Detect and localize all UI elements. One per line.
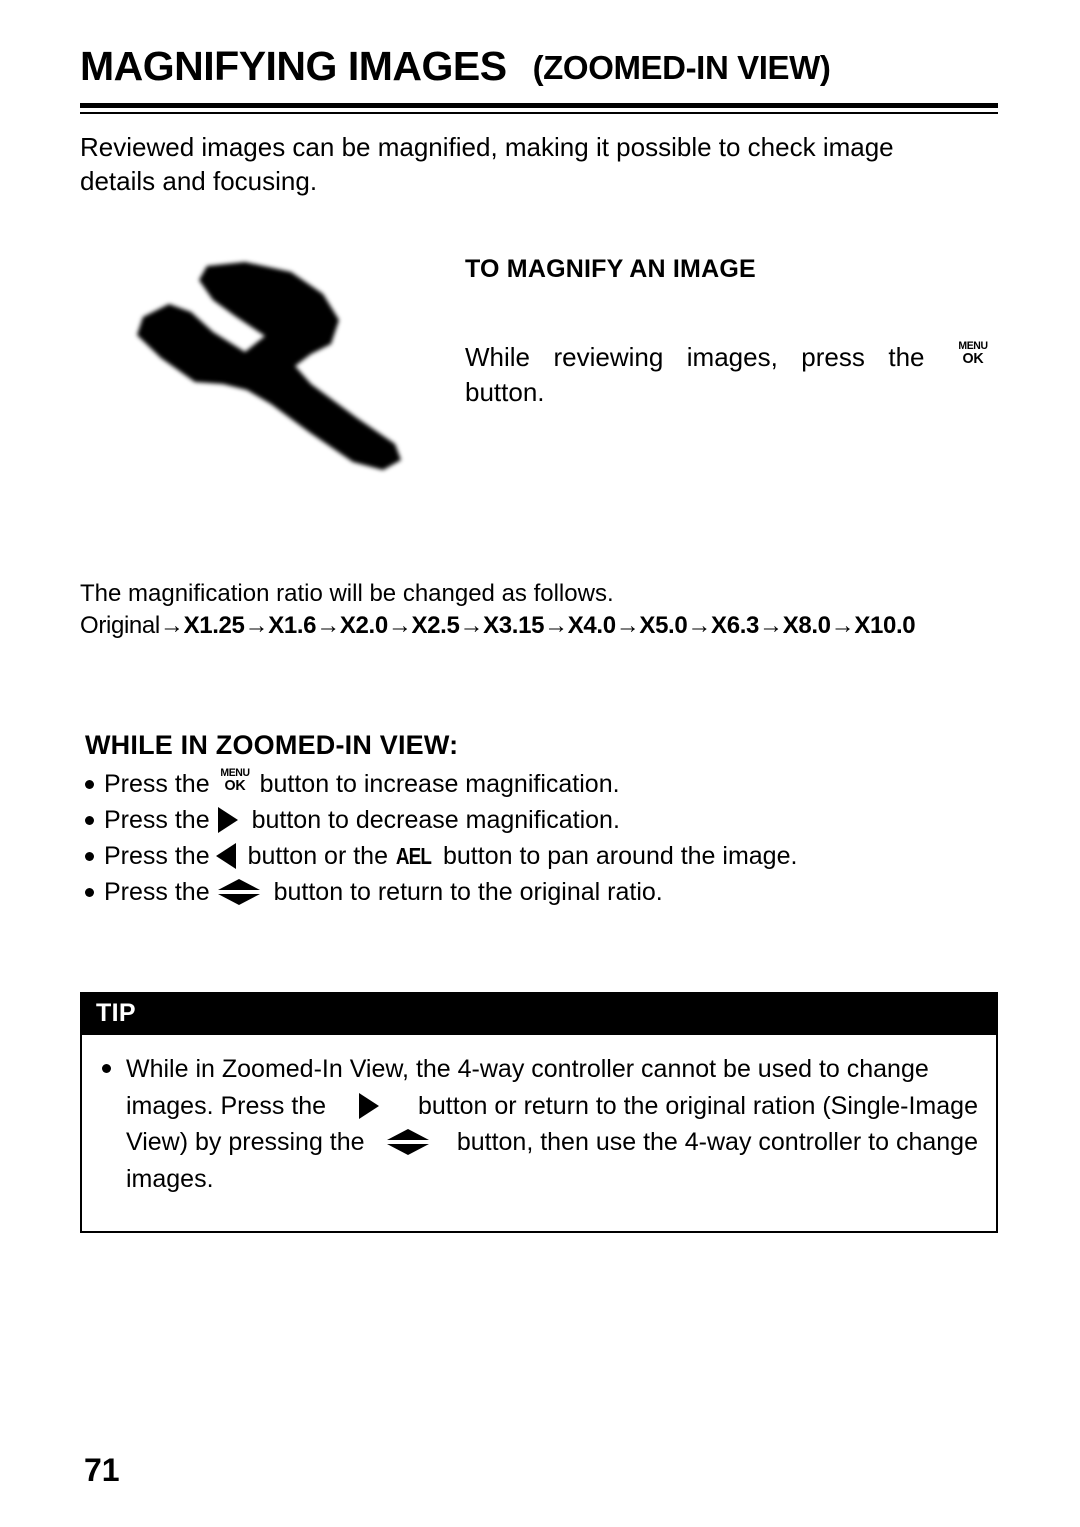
- tip-line-2-pre: images. Press the: [126, 1091, 327, 1120]
- title-main-text: MAGNIFYING IMAGES: [80, 43, 507, 89]
- word-press: press: [801, 342, 865, 372]
- bullet-icon: [85, 815, 94, 825]
- ratio-step-value: X2.5: [411, 612, 460, 640]
- tip-header: TIP: [82, 994, 996, 1035]
- list-item-pre-text: Press the: [104, 769, 210, 798]
- up-arrow-part: [386, 1129, 429, 1141]
- list-item-post-text: button to increase magnification.: [259, 769, 620, 798]
- word-while: While: [465, 342, 531, 372]
- ratio-step-value: X2.0: [339, 612, 388, 640]
- magnification-ratio-block: The magnification ratio will be changed …: [80, 578, 1000, 644]
- menu-ok-icon: MENU OK: [955, 341, 991, 371]
- tip-line-1: While in Zoomed-In View, the 4-way contr…: [126, 1055, 929, 1083]
- list-item: Press the button to decrease magnificati…: [85, 802, 1000, 838]
- menu-ok-icon-bottom-label: OK: [224, 777, 246, 794]
- bullet-icon: [85, 779, 94, 789]
- tip-line-2: images. Press the button or return to th…: [126, 1088, 978, 1125]
- menu-ok-icon: MENU OK: [217, 768, 253, 798]
- to-magnify-paragraph: While reviewing images, press the MENU O…: [465, 340, 998, 409]
- word-the: the: [888, 342, 925, 372]
- tip-line-4: images.: [126, 1164, 214, 1193]
- ratio-arrow-icon: →: [459, 612, 484, 640]
- up-down-arrow-icon: [386, 1127, 429, 1157]
- list-item-pre-text: Press the: [104, 805, 210, 834]
- menu-ok-icon-bottom-label: OK: [962, 350, 984, 368]
- ratio-arrow-icon: →: [830, 612, 855, 640]
- to-magnify-line-2: button.: [465, 376, 545, 407]
- ratio-step-value: X10.0: [854, 612, 916, 640]
- title-rule-thin: [80, 112, 998, 114]
- ratio-intro-text: The magnification ratio will be changed …: [80, 580, 614, 607]
- list-item-pre-text: Press the: [104, 841, 210, 870]
- to-magnify-heading: TO MAGNIFY AN IMAGE: [465, 255, 756, 283]
- triangle-right-icon: [359, 1092, 380, 1119]
- ratio-step-value: X5.0: [639, 612, 688, 640]
- up-down-arrow-icon: [217, 877, 260, 907]
- tip-line-3-pre: View) by pressing the: [126, 1128, 365, 1156]
- title-sub-text: (ZOOMED-IN VIEW): [532, 49, 831, 86]
- ratio-arrow-icon: →: [159, 612, 184, 640]
- tip-paragraph: While in Zoomed-In View, the 4-way contr…: [100, 1051, 978, 1197]
- to-magnify-line-1: While reviewing images, press the MENU O…: [465, 340, 998, 375]
- word-images: images,: [686, 342, 778, 372]
- ratio-step-value: X1.25: [183, 612, 245, 640]
- ratio-arrow-icon: →: [544, 612, 568, 640]
- intro-line-2: details and focusing.: [80, 166, 318, 197]
- ratio-arrow-icon: →: [759, 612, 783, 640]
- ratio-step-value: X8.0: [782, 612, 831, 640]
- tip-line-3-post: button, then use the 4-way controller to…: [456, 1128, 978, 1156]
- ratio-step-value: X1.6: [268, 612, 317, 640]
- wrench-icon: [95, 232, 445, 482]
- down-arrow-part: [386, 1144, 429, 1156]
- ratio-arrow-icon: →: [687, 612, 712, 640]
- list-item: Press the button or the AEL button to pa…: [85, 838, 1000, 874]
- tip-body: While in Zoomed-In View, the 4-way contr…: [82, 1035, 996, 1231]
- ratio-sequence: Original→X1.25→X1.6→X2.0→X2.5→X3.15→X4.0…: [80, 609, 1000, 644]
- ratio-arrow-icon: →: [244, 612, 269, 640]
- ratio-step-value: X4.0: [567, 612, 616, 640]
- ratio-step-value: X3.15: [483, 612, 545, 640]
- list-item: Press the button to return to the origin…: [85, 874, 1000, 910]
- bullet-icon: [85, 887, 94, 897]
- ratio-original-label: Original: [80, 612, 160, 640]
- bullet-icon: [85, 851, 94, 861]
- list-item-pre-text: Press the: [104, 877, 210, 906]
- page-title: MAGNIFYING IMAGES (ZOOMED-IN VIEW): [80, 46, 998, 87]
- ratio-step-value: X6.3: [711, 612, 760, 640]
- bullet-icon: [102, 1064, 111, 1073]
- list-item-mid-text: button or the: [247, 841, 388, 870]
- word-reviewing: reviewing: [553, 342, 664, 372]
- tip-box: TIP While in Zoomed-In View, the 4-way c…: [80, 992, 998, 1233]
- tip-line-3: View) by pressing the button, then use t…: [126, 1124, 978, 1161]
- intro-paragraph: Reviewed images can be magnified, making…: [80, 130, 998, 199]
- title-rule-thick: [80, 103, 998, 108]
- tip-line-2-post: button or return to the original ration …: [417, 1091, 978, 1120]
- down-arrow-part: [217, 894, 260, 905]
- intro-line-1: Reviewed images can be magnified, making…: [80, 132, 894, 162]
- ratio-arrow-icon: →: [615, 612, 640, 640]
- ratio-arrow-icon: →: [387, 612, 412, 640]
- ratio-arrow-icon: →: [316, 612, 340, 640]
- triangle-left-icon: [215, 843, 236, 869]
- list-item-post-text: button to decrease magnification.: [251, 805, 620, 834]
- up-arrow-part: [217, 879, 260, 890]
- ratio-steps-container: →X1.25→X1.6→X2.0→X2.5→X3.15→X4.0→X5.0→X6…: [159, 612, 916, 640]
- while-zoomed-heading: WHILE IN ZOOMED-IN VIEW:: [85, 730, 459, 760]
- list-item-post-text: button to pan around the image.: [443, 841, 798, 870]
- triangle-right-icon: [217, 807, 238, 833]
- while-zoomed-list: Press the MENU OK button to increase mag…: [85, 766, 1000, 910]
- ael-icon: AEL: [395, 842, 432, 869]
- page-number: 71: [84, 1452, 120, 1488]
- document-page: MAGNIFYING IMAGES (ZOOMED-IN VIEW) Revie…: [0, 0, 1080, 1527]
- list-item-post-text: button to return to the original ratio.: [273, 877, 663, 906]
- list-item: Press the MENU OK button to increase mag…: [85, 766, 1000, 802]
